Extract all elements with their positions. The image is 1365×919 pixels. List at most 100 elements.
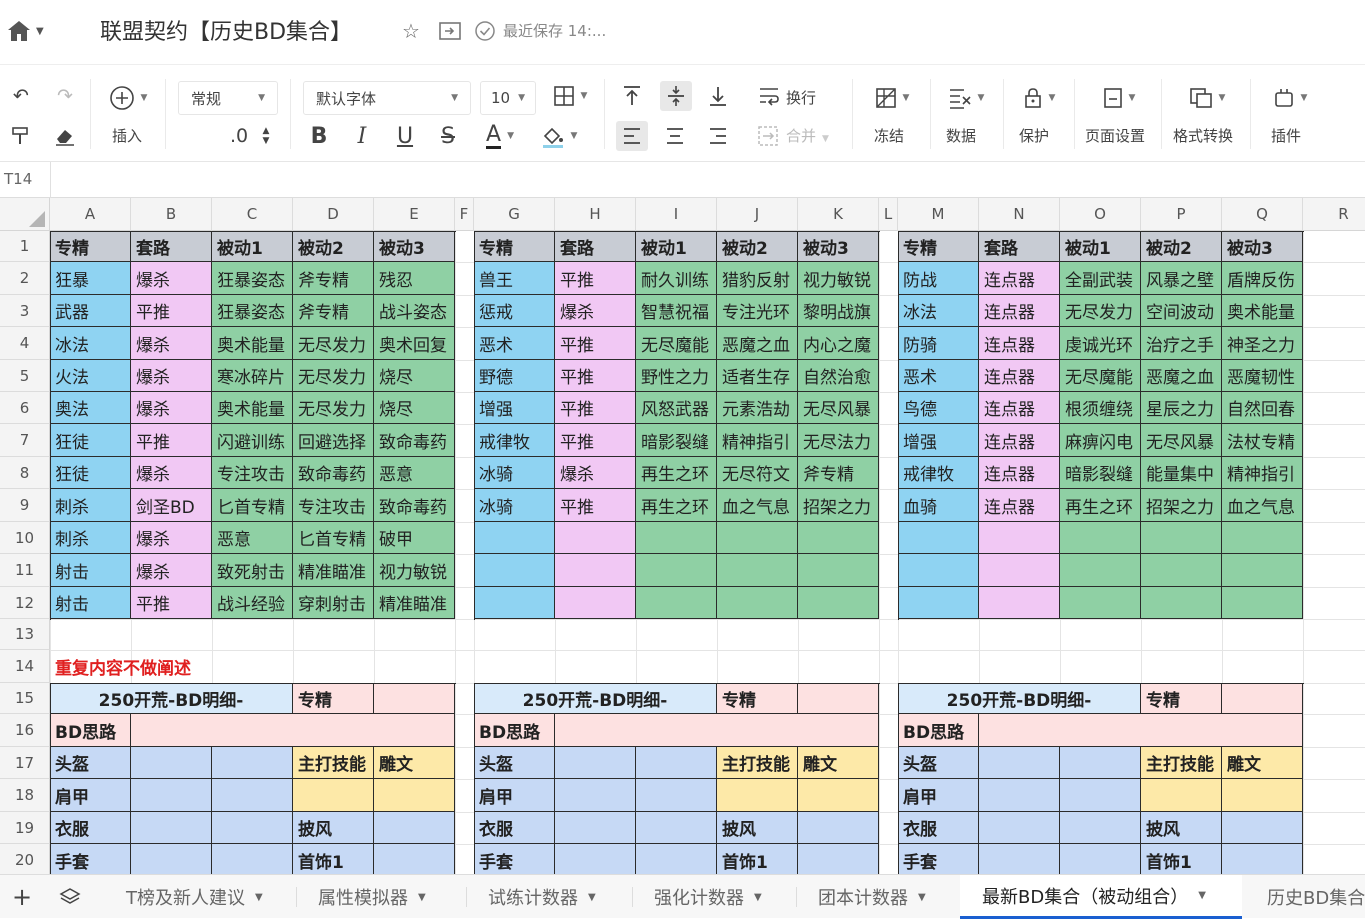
table-header-cell[interactable]: 被动2	[1141, 231, 1222, 262]
column-header-O[interactable]: O	[1060, 198, 1141, 231]
detail-gear-value[interactable]	[979, 747, 1060, 779]
detail-gear-label[interactable]: 手套	[50, 844, 131, 874]
table-header-cell[interactable]: 被动3	[1222, 231, 1303, 262]
table-cell[interactable]: 盾牌反伤	[1222, 262, 1303, 295]
table-cell[interactable]	[898, 587, 979, 619]
row-header-3[interactable]: 3	[0, 295, 50, 327]
table-cell[interactable]	[1060, 587, 1141, 619]
detail-bd-idea-label[interactable]: BD思路	[50, 714, 131, 747]
table-cell[interactable]: 爆杀	[131, 522, 212, 554]
column-header-C[interactable]: C	[212, 198, 293, 231]
table-header-cell[interactable]: 被动3	[374, 231, 455, 262]
detail-gear-label[interactable]: 手套	[898, 844, 979, 874]
chevron-down-icon[interactable]: ▼	[754, 892, 762, 903]
table-cell[interactable]: 恶术	[898, 360, 979, 392]
table-cell[interactable]: 血骑	[898, 489, 979, 522]
table-header-cell[interactable]: 被动1	[1060, 231, 1141, 262]
table-cell[interactable]: 恶术	[474, 327, 555, 360]
detail-spec-label[interactable]: 专精	[717, 683, 798, 714]
table-cell[interactable]: 野德	[474, 360, 555, 392]
table-cell[interactable]: 爆杀	[131, 327, 212, 360]
table-cell[interactable]	[798, 522, 879, 554]
detail-bd-idea-value[interactable]	[131, 714, 455, 747]
column-header-B[interactable]: B	[131, 198, 212, 231]
detail-right-value[interactable]: 雕文	[374, 747, 455, 779]
detail-gear-label[interactable]: 肩甲	[474, 779, 555, 812]
table-cell[interactable]: 狂暴	[50, 262, 131, 295]
table-cell[interactable]: 无尽发力	[1060, 295, 1141, 327]
row-header-11[interactable]: 11	[0, 554, 50, 587]
detail-gear-label[interactable]: 手套	[474, 844, 555, 874]
column-header-I[interactable]: I	[636, 198, 717, 231]
table-cell[interactable]: 增强	[898, 424, 979, 457]
table-cell[interactable]: 恶魔之血	[1141, 360, 1222, 392]
row-header-19[interactable]: 19	[0, 812, 50, 844]
decimal-stepper[interactable]: ▲ ▼	[259, 123, 273, 149]
detail-gear-value[interactable]	[636, 812, 717, 844]
table-cell[interactable]: 治疗之手	[1141, 327, 1222, 360]
table-cell[interactable]: 连点器	[979, 360, 1060, 392]
table-header-cell[interactable]: 专精	[898, 231, 979, 262]
detail-right-label[interactable]: 首饰1	[293, 844, 374, 874]
table-cell[interactable]: 平推	[131, 295, 212, 327]
table-cell[interactable]	[1222, 587, 1303, 619]
detail-right-label[interactable]	[717, 779, 798, 812]
star-icon[interactable]: ☆	[398, 18, 424, 44]
redo-icon[interactable]: ↷	[52, 83, 78, 109]
table-cell[interactable]	[474, 587, 555, 619]
table-cell[interactable]: 招架之力	[798, 489, 879, 522]
detail-gear-value[interactable]	[131, 844, 212, 874]
column-header-K[interactable]: K	[798, 198, 879, 231]
row-header-20[interactable]: 20	[0, 844, 50, 874]
table-cell[interactable]: 暗影裂缝	[636, 424, 717, 457]
row-header-10[interactable]: 10	[0, 522, 50, 554]
clear-format-icon[interactable]	[52, 123, 78, 149]
detail-gear-value[interactable]	[979, 844, 1060, 874]
table-cell[interactable]: 奥术能量	[1222, 295, 1303, 327]
sheet-tab-3[interactable]: 强化计数器 ▼	[632, 875, 794, 919]
table-cell[interactable]: 无尽魔能	[636, 327, 717, 360]
detail-right-value[interactable]	[374, 779, 455, 812]
table-cell[interactable]: 野性之力	[636, 360, 717, 392]
detail-gear-value[interactable]	[212, 812, 293, 844]
detail-right-label[interactable]: 首饰1	[717, 844, 798, 874]
table-header-cell[interactable]: 套路	[131, 231, 212, 262]
table-cell[interactable]: 防战	[898, 262, 979, 295]
detail-gear-value[interactable]	[1060, 779, 1141, 812]
table-cell[interactable]: 增强	[474, 392, 555, 424]
table-cell[interactable]: 招架之力	[1141, 489, 1222, 522]
table-cell[interactable]: 武器	[50, 295, 131, 327]
detail-title[interactable]: 250开荒-BD明细-	[898, 683, 1141, 714]
underline-button[interactable]: U	[392, 123, 418, 149]
table-cell[interactable]: 元素浩劫	[717, 392, 798, 424]
chevron-down-icon[interactable]: ▼	[418, 892, 426, 903]
table-cell[interactable]: 爆杀	[131, 392, 212, 424]
detail-gear-value[interactable]	[1060, 844, 1141, 874]
font-family-select[interactable]: 默认字体 ▼	[303, 81, 471, 115]
table-cell[interactable]	[979, 522, 1060, 554]
detail-right-label[interactable]: 主打技能	[293, 747, 374, 779]
row-header-1[interactable]: 1	[0, 231, 50, 262]
detail-gear-value[interactable]	[212, 747, 293, 779]
table-cell[interactable]: 无尽符文	[717, 457, 798, 489]
table-cell[interactable]	[717, 522, 798, 554]
column-header-J[interactable]: J	[717, 198, 798, 231]
detail-gear-label[interactable]: 衣服	[50, 812, 131, 844]
table-cell[interactable]: 剑圣BD	[131, 489, 212, 522]
align-middle-icon[interactable]	[660, 81, 692, 111]
table-cell[interactable]: 血之气息	[717, 489, 798, 522]
detail-gear-value[interactable]	[636, 747, 717, 779]
table-cell[interactable]: 黎明战旗	[798, 295, 879, 327]
row-header-14[interactable]: 14	[0, 650, 50, 683]
table-cell[interactable]: 星辰之力	[1141, 392, 1222, 424]
table-cell[interactable]: 射击	[50, 587, 131, 619]
column-header-M[interactable]: M	[898, 198, 979, 231]
italic-button[interactable]: I	[349, 123, 375, 149]
detail-right-value[interactable]: 雕文	[1222, 747, 1303, 779]
table-header-cell[interactable]: 专精	[50, 231, 131, 262]
table-cell[interactable]: 穿刺射击	[293, 587, 374, 619]
detail-right-value[interactable]	[798, 812, 879, 844]
row-header-13[interactable]: 13	[0, 619, 50, 650]
detail-gear-label[interactable]: 头盔	[898, 747, 979, 779]
table-cell[interactable]: 匕首专精	[212, 489, 293, 522]
